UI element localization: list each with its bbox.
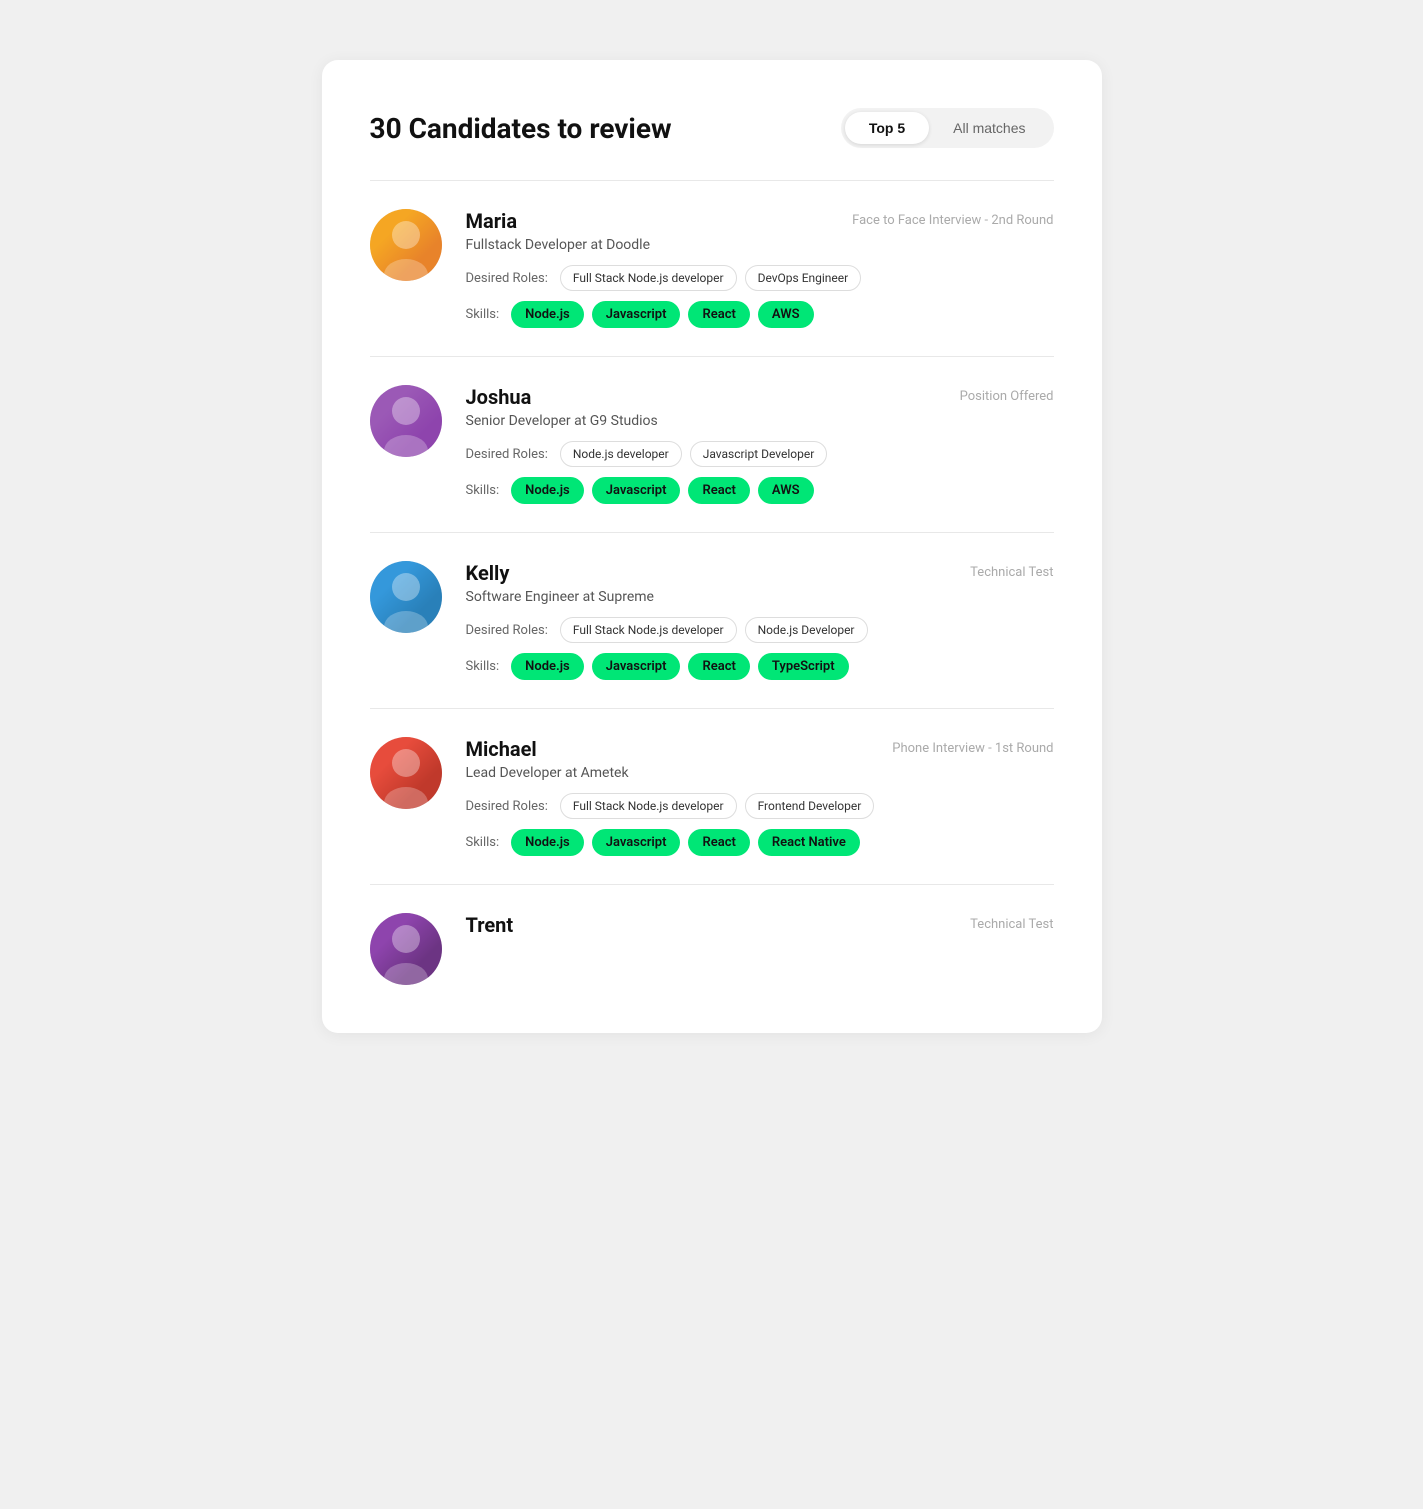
skills-label: Skills: <box>466 307 500 322</box>
role-tag: DevOps Engineer <box>745 265 862 291</box>
desired-roles-label: Desired Roles: <box>466 447 548 462</box>
skills-row: Skills: Node.js Javascript React AWS <box>466 301 1054 328</box>
skill-tag: Javascript <box>592 301 681 328</box>
role-tag: Full Stack Node.js developer <box>560 265 737 291</box>
skills-row: Skills: Node.js Javascript React React Nativ… <box>466 829 1054 856</box>
desired-roles-row: Desired Roles: Full Stack Node.js develop… <box>466 265 1054 291</box>
avatar-image <box>370 385 442 457</box>
candidate-row[interactable]: Maria Face to Face Interview - 2nd Round F… <box>370 209 1054 357</box>
all-matches-toggle-button[interactable]: All matches <box>929 112 1049 144</box>
candidate-row[interactable]: Joshua Position Offered Senior Developer a… <box>370 385 1054 533</box>
candidate-info: Kelly Technical Test Software Engineer at … <box>466 561 1054 680</box>
skill-tag: React <box>688 653 749 680</box>
skills-label: Skills: <box>466 483 500 498</box>
candidate-top-row: Kelly Technical Test <box>466 561 1054 585</box>
stage-label: Technical Test <box>970 913 1053 932</box>
avatar <box>370 561 442 633</box>
skills-row: Skills: Node.js Javascript React TypeScript <box>466 653 1054 680</box>
skill-tag: AWS <box>758 301 814 328</box>
candidate-info: Michael Phone Interview - 1st Round Lead D… <box>466 737 1054 856</box>
skill-tag: Node.js <box>511 301 584 328</box>
candidate-job-title: Fullstack Developer at Doodle <box>466 237 1054 253</box>
avatar <box>370 913 442 985</box>
skill-tag: Node.js <box>511 829 584 856</box>
candidate-top-row: Michael Phone Interview - 1st Round <box>466 737 1054 761</box>
avatar-image <box>370 913 442 985</box>
role-tag: Javascript Developer <box>690 441 828 467</box>
candidate-name: Trent <box>466 913 514 937</box>
skills-label: Skills: <box>466 835 500 850</box>
candidate-job-title: Senior Developer at G9 Studios <box>466 413 1054 429</box>
skill-tag: Node.js <box>511 653 584 680</box>
candidate-name: Maria <box>466 209 518 233</box>
stage-label: Technical Test <box>970 561 1053 580</box>
avatar-image <box>370 737 442 809</box>
avatar-image <box>370 561 442 633</box>
skill-tag: React <box>688 477 749 504</box>
role-tag: Node.js developer <box>560 441 682 467</box>
role-tag: Full Stack Node.js developer <box>560 793 737 819</box>
skill-tag: AWS <box>758 477 814 504</box>
skill-tag: TypeScript <box>758 653 849 680</box>
candidate-info: Maria Face to Face Interview - 2nd Round F… <box>466 209 1054 328</box>
candidates-list: Maria Face to Face Interview - 2nd Round F… <box>370 209 1054 985</box>
stage-label: Phone Interview - 1st Round <box>892 737 1053 756</box>
avatar <box>370 209 442 281</box>
avatar <box>370 385 442 457</box>
desired-roles-row: Desired Roles: Full Stack Node.js develop… <box>466 617 1054 643</box>
stage-label: Face to Face Interview - 2nd Round <box>852 209 1053 228</box>
candidate-name: Joshua <box>466 385 532 409</box>
candidate-top-row: Joshua Position Offered <box>466 385 1054 409</box>
candidate-job-title: Software Engineer at Supreme <box>466 589 1054 605</box>
skill-tag: React <box>688 301 749 328</box>
candidate-info: Trent Technical Test <box>466 913 1054 949</box>
role-tag: Frontend Developer <box>745 793 875 819</box>
desired-roles-label: Desired Roles: <box>466 623 548 638</box>
skills-row: Skills: Node.js Javascript React AWS <box>466 477 1054 504</box>
view-toggle-group: Top 5 All matches <box>841 108 1054 148</box>
candidate-info: Joshua Position Offered Senior Developer a… <box>466 385 1054 504</box>
candidate-row[interactable]: Michael Phone Interview - 1st Round Lead D… <box>370 737 1054 885</box>
skill-tag: React Native <box>758 829 860 856</box>
candidate-row[interactable]: Trent Technical Test <box>370 913 1054 985</box>
candidate-row[interactable]: Kelly Technical Test Software Engineer at … <box>370 561 1054 709</box>
header-divider <box>370 180 1054 181</box>
desired-roles-row: Desired Roles: Full Stack Node.js develop… <box>466 793 1054 819</box>
skill-tag: Javascript <box>592 653 681 680</box>
skill-tag: React <box>688 829 749 856</box>
candidate-name: Michael <box>466 737 537 761</box>
desired-roles-label: Desired Roles: <box>466 271 548 286</box>
candidate-name: Kelly <box>466 561 510 585</box>
candidates-card: 30 Candidates to review Top 5 All matche… <box>322 60 1102 1033</box>
desired-roles-row: Desired Roles: Node.js developer Javascrip… <box>466 441 1054 467</box>
page-header: 30 Candidates to review Top 5 All matche… <box>370 108 1054 148</box>
avatar <box>370 737 442 809</box>
candidate-top-row: Trent Technical Test <box>466 913 1054 937</box>
stage-label: Position Offered <box>960 385 1054 404</box>
desired-roles-label: Desired Roles: <box>466 799 548 814</box>
avatar-image <box>370 209 442 281</box>
skills-label: Skills: <box>466 659 500 674</box>
skill-tag: Node.js <box>511 477 584 504</box>
page-title: 30 Candidates to review <box>370 112 672 145</box>
candidate-job-title: Lead Developer at Ametek <box>466 765 1054 781</box>
top-toggle-button[interactable]: Top 5 <box>845 112 929 144</box>
candidate-top-row: Maria Face to Face Interview - 2nd Round <box>466 209 1054 233</box>
skill-tag: Javascript <box>592 829 681 856</box>
skill-tag: Javascript <box>592 477 681 504</box>
role-tag: Node.js Developer <box>745 617 868 643</box>
role-tag: Full Stack Node.js developer <box>560 617 737 643</box>
